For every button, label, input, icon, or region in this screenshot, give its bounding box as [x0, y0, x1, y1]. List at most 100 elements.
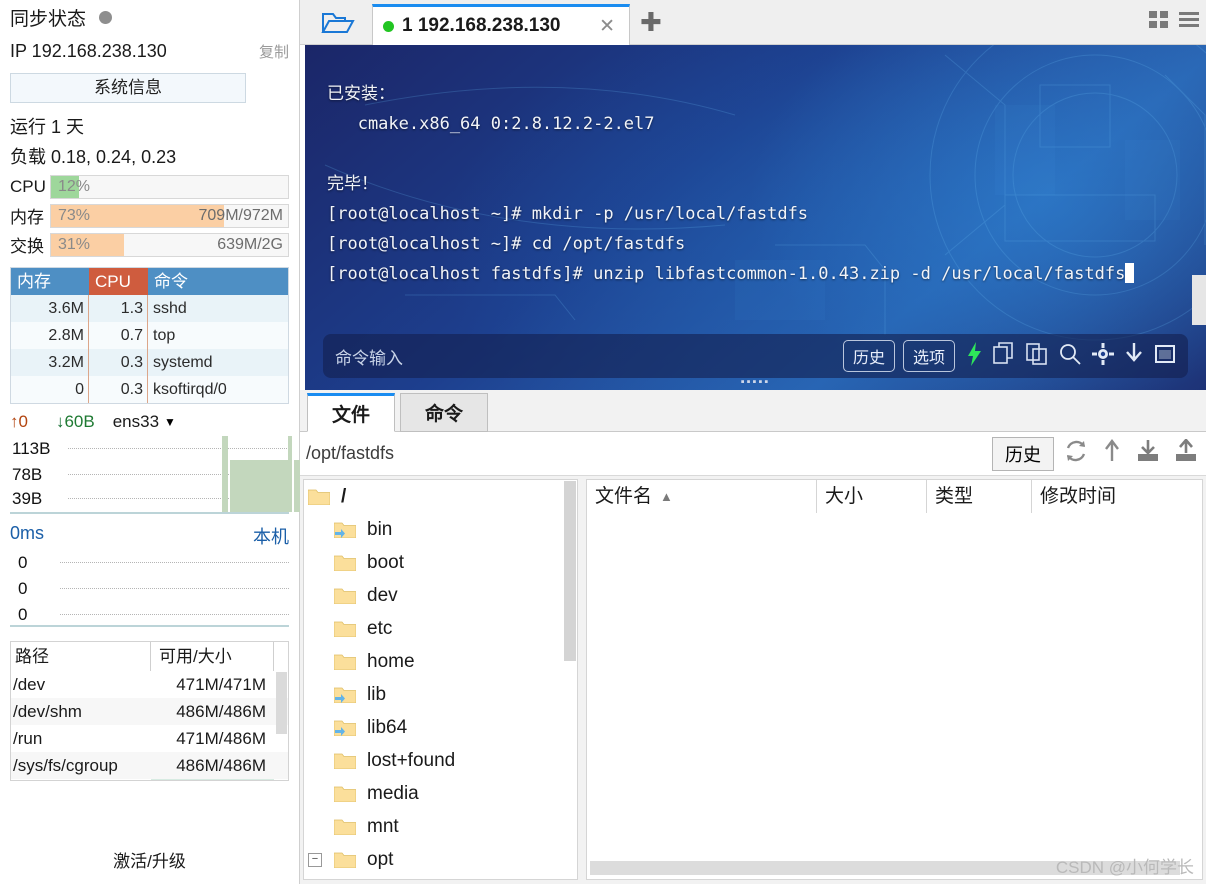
file-col-name[interactable]: 文件名 ▲ [587, 480, 817, 513]
paste-icon[interactable] [1026, 342, 1048, 370]
refresh-icon[interactable] [1064, 439, 1088, 468]
latency-gridline [60, 562, 289, 563]
meter-value: 639M/2G [217, 235, 283, 253]
tab-commands[interactable]: 命令 [400, 393, 488, 432]
disk-col-path[interactable]: 路径 [11, 642, 151, 671]
disk-col-size[interactable]: 可用/大小 [151, 642, 274, 671]
process-row[interactable]: 3.6M 1.3 sshd [11, 295, 288, 322]
process-row[interactable]: 3.2M 0.3 systemd [11, 349, 288, 376]
process-command: ksoftirqd/0 [153, 381, 227, 398]
copy-icon[interactable] [993, 342, 1015, 370]
process-cpu: 1.3 [89, 295, 148, 322]
process-col-command[interactable]: 命令 [148, 268, 288, 295]
copy-ip-button[interactable]: 复制 [259, 41, 289, 62]
tree-node-boot[interactable]: boot [304, 546, 577, 579]
disk-row[interactable]: /sys/fs/cgroup 486M/486M [11, 752, 288, 779]
lightning-icon[interactable] [967, 341, 982, 371]
current-path-input[interactable]: /opt/fastdfs [300, 443, 992, 464]
meter-row-CPU: CPU 12% [6, 173, 293, 200]
terminal-line: [root@localhost ~]# mkdir -p /usr/local/… [327, 204, 809, 224]
tree-node-label: lost+found [367, 749, 456, 771]
download-arrow-icon: ↓ [55, 412, 65, 431]
network-interface-label[interactable]: ens33 [113, 412, 159, 432]
tree-node-label: boot [367, 551, 404, 573]
meter-label: 交换 [10, 237, 44, 256]
directory-tree-scrollbar[interactable] [564, 481, 576, 661]
terminal-scrollbar[interactable] [1192, 275, 1206, 325]
parent-directory-icon[interactable] [1102, 439, 1122, 468]
process-row[interactable]: 2.8M 0.7 top [11, 322, 288, 349]
disk-row-partial[interactable]: /7.4G/16.6G [11, 779, 288, 780]
list-view-icon[interactable] [1178, 9, 1200, 36]
disk-table-header: 路径 可用/大小 [11, 642, 288, 671]
network-download-value: 60B [64, 412, 95, 431]
chevron-down-icon[interactable]: ▼ [164, 415, 176, 429]
meter-track: 31% 639M/2G [50, 232, 289, 257]
tree-node-label: lib64 [367, 716, 408, 738]
terminal-pane[interactable]: 已安装： cmake.x86_64 0:2.8.12.2-2.el7 完毕！ [ro… [305, 45, 1206, 390]
command-input[interactable]: 命令输入 [335, 344, 843, 369]
process-col-cpu[interactable]: CPU [89, 268, 148, 295]
tab-terminal-session[interactable]: 1 192.168.238.130 ✕ [372, 4, 630, 45]
tree-node-opt[interactable]: − opt [304, 843, 577, 876]
disk-path: /sys/fs/cgroup [13, 756, 118, 775]
tab-files[interactable]: 文件 [307, 393, 395, 432]
close-icon[interactable]: ✕ [595, 15, 619, 38]
new-tab-button[interactable]: ✚ [640, 9, 662, 35]
disk-path: /dev [13, 675, 46, 694]
file-col-size[interactable]: 大小 [817, 480, 927, 513]
file-manager-panel: 文件 命令 /opt/fastdfs 历史 / bin boot dev etc… [300, 390, 1206, 884]
grid-view-icon[interactable] [1148, 9, 1170, 36]
upload-file-icon[interactable] [1174, 438, 1198, 468]
process-memory: 0 [11, 376, 89, 403]
tree-node-dev[interactable]: dev [304, 579, 577, 612]
disk-table-scrollbar[interactable] [276, 672, 287, 734]
terminal-tab-bar: 1 192.168.238.130 ✕ ✚ [300, 0, 1206, 45]
directory-tree-nodes: / bin boot dev etc home lib lib64 lost+found medi… [304, 480, 577, 876]
network-bar [230, 460, 288, 512]
tree-node-lib64[interactable]: lib64 [304, 711, 577, 744]
tree-node--[interactable]: / [304, 480, 577, 513]
search-icon[interactable] [1059, 343, 1081, 370]
fullscreen-icon[interactable] [1154, 343, 1176, 370]
file-col-name-label: 文件名 [595, 486, 653, 507]
tree-node-label: lib [367, 683, 387, 705]
tree-node-media[interactable]: media [304, 777, 577, 810]
file-col-type[interactable]: 类型 [927, 480, 1032, 513]
tree-node-lost-found[interactable]: lost+found [304, 744, 577, 777]
tree-node-label: dev [367, 584, 398, 606]
latency-host-label[interactable]: 本机 [253, 523, 289, 549]
terminal-options-button[interactable]: 选项 [902, 340, 955, 372]
download-file-icon[interactable] [1136, 439, 1160, 468]
tree-node-etc[interactable]: etc [304, 612, 577, 645]
process-row[interactable]: 0 0.3 ksoftirqd/0 [11, 376, 288, 403]
gear-icon[interactable] [1092, 342, 1114, 370]
tree-node-bin[interactable]: bin [304, 513, 577, 546]
tree-node-mnt[interactable]: mnt [304, 810, 577, 843]
process-col-memory[interactable]: 内存 [11, 268, 89, 295]
tree-node-label: opt [367, 848, 394, 870]
process-table: 内存 CPU 命令 3.6M 1.3 sshd 2.8M 0.7 top 3.2M 0.3 sy… [10, 267, 289, 404]
system-info-button[interactable]: 系统信息 [10, 73, 246, 103]
disk-row[interactable]: /dev/shm 486M/486M [11, 698, 288, 725]
download-arrow-icon[interactable] [1125, 342, 1143, 370]
activate-upgrade-link[interactable]: 激活/升级 [0, 847, 299, 872]
folder-icon [333, 719, 357, 737]
terminal-history-button[interactable]: 历史 [842, 340, 895, 372]
path-history-button[interactable]: 历史 [992, 436, 1054, 471]
file-col-time[interactable]: 修改时间 [1032, 480, 1202, 513]
file-list[interactable]: 文件名 ▲ 大小 类型 修改时间 [586, 479, 1203, 880]
disk-row[interactable]: /run 471M/486M [11, 725, 288, 752]
folder-icon [307, 488, 331, 506]
tree-node-home[interactable]: home [304, 645, 577, 678]
disk-row[interactable]: /dev 471M/471M [11, 671, 288, 698]
directory-tree[interactable]: / bin boot dev etc home lib lib64 lost+found medi… [303, 479, 578, 880]
open-folder-icon[interactable] [308, 0, 368, 45]
file-browser-body: / bin boot dev etc home lib lib64 lost+found medi… [300, 477, 1206, 884]
resize-grip[interactable]: ▪▪▪▪▪ [741, 376, 771, 388]
terminal-line: [root@localhost ~]# cd /opt/fastdfs [327, 234, 686, 254]
expander-icon[interactable]: − [308, 852, 322, 867]
file-panel-tabs: 文件 命令 [300, 390, 1206, 432]
tree-node-lib[interactable]: lib [304, 678, 577, 711]
